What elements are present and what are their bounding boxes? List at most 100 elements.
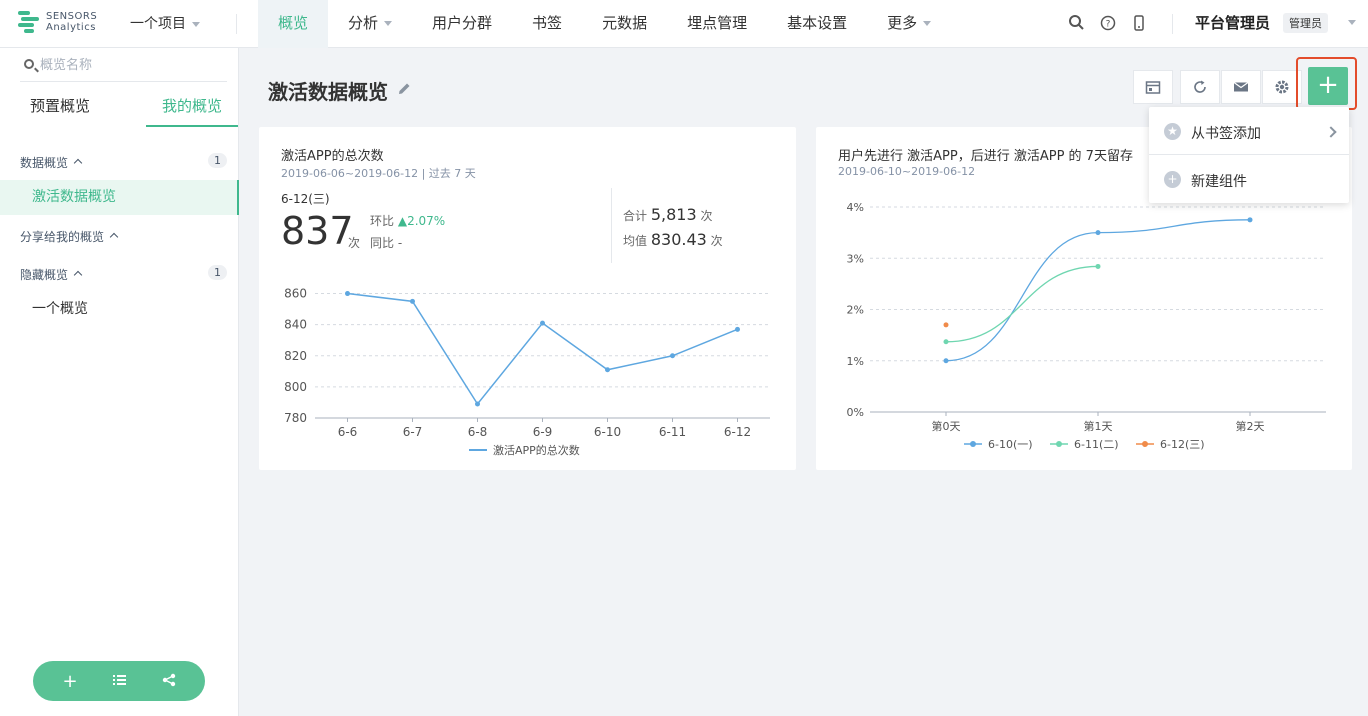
- refresh-icon: [1194, 80, 1206, 93]
- refresh-button[interactable]: [1180, 70, 1220, 104]
- legend-label: 6-10(一): [988, 438, 1033, 451]
- share-icon[interactable]: [162, 671, 176, 692]
- gear-icon: [1275, 80, 1289, 94]
- chevron-up-icon: [109, 232, 119, 242]
- list-icon[interactable]: [112, 671, 127, 692]
- mobile-icon[interactable]: [1130, 14, 1148, 32]
- nav-analysis[interactable]: 分析: [328, 0, 412, 48]
- nav-label: 元数据: [602, 14, 648, 32]
- card-title[interactable]: 激活APP的总次数: [281, 145, 384, 164]
- count-badge: 1: [208, 265, 227, 280]
- x-tick-label: 6-11: [659, 425, 686, 439]
- email-button[interactable]: [1221, 70, 1261, 104]
- y-tick-label: 2%: [847, 304, 864, 317]
- card-subtitle: 2019-06-10~2019-06-12: [838, 165, 976, 178]
- divider: [236, 14, 237, 34]
- data-point: [943, 322, 949, 328]
- data-point: [735, 326, 740, 332]
- data-point: [1095, 263, 1101, 269]
- metric-value: 837: [281, 209, 354, 253]
- plus-icon[interactable]: +: [62, 671, 77, 692]
- search-icon[interactable]: [1068, 14, 1086, 32]
- chevron-down-icon: [384, 21, 393, 26]
- group-hidden-overview[interactable]: 隐藏概览: [20, 266, 83, 283]
- x-tick-label: 6-7: [403, 425, 423, 439]
- sidebar-item-activation-overview[interactable]: 激活数据概览: [0, 180, 239, 215]
- chevron-down-icon[interactable]: [1348, 20, 1356, 25]
- total-stat: 合计 5,813 次: [623, 205, 713, 224]
- nav-label: 基本设置: [787, 14, 848, 32]
- legend-label: 激活APP的总次数: [493, 443, 580, 457]
- project-name: 一个项目: [130, 16, 186, 32]
- nav-user-segments[interactable]: 用户分群: [412, 0, 512, 48]
- card-title[interactable]: 用户先进行 激活APP，后进行 激活APP 的 7天留存: [838, 145, 1133, 164]
- data-point: [605, 367, 610, 373]
- star-icon: ★: [1164, 123, 1181, 140]
- menu-label: 新建组件: [1191, 174, 1247, 190]
- total-value: 5,813: [650, 205, 697, 224]
- edit-icon[interactable]: [397, 82, 411, 96]
- x-tick-label: 6-6: [338, 425, 358, 439]
- tab-my-overview[interactable]: 我的概览: [146, 88, 238, 127]
- y-tick-label: 0%: [847, 406, 864, 419]
- legend-marker: [1142, 441, 1148, 447]
- x-tick-label: 6-10: [594, 425, 621, 439]
- search-placeholder: 概览名称: [40, 58, 93, 73]
- nav-metadata[interactable]: 元数据: [582, 0, 667, 48]
- data-point: [410, 298, 415, 304]
- chevron-right-icon: [1325, 126, 1337, 138]
- sidebar-item-an-overview[interactable]: 一个概览: [0, 292, 239, 327]
- group-label: 数据概览: [20, 156, 69, 170]
- top-navbar: SENSORS Analytics 一个项目 概览 分析 用户分群 书签 元数据…: [0, 0, 1368, 48]
- nav-label: 分析: [348, 14, 379, 32]
- menu-item-new-component[interactable]: + 新建组件: [1149, 155, 1349, 202]
- data-point: [475, 401, 480, 407]
- data-point: [1095, 230, 1101, 236]
- legend-label: 6-11(二): [1074, 438, 1119, 451]
- y-tick-label: 860: [284, 287, 307, 301]
- nav-more[interactable]: 更多: [867, 0, 951, 48]
- sensors-logo[interactable]: SENSORS Analytics: [18, 9, 97, 35]
- menu-label: 从书签添加: [1191, 126, 1261, 142]
- data-point: [540, 320, 545, 326]
- plus-circle-icon: +: [1164, 171, 1181, 188]
- avg-stat: 均值 830.43 次: [623, 230, 723, 249]
- data-point: [943, 358, 949, 364]
- project-selector[interactable]: 一个项目: [130, 13, 200, 33]
- x-tick-label: 6-9: [533, 425, 553, 439]
- line-chart-retention: 0% 1% 2% 3% 4% 第0天 第1天 第2天 6-10(一) 6-11(二) 6-12(三): [847, 201, 1326, 451]
- legend-label: 6-12(三): [1160, 438, 1205, 451]
- nav-label: 概览: [278, 14, 309, 32]
- series-line: [945, 219, 1251, 362]
- nav-settings[interactable]: 基本设置: [767, 0, 867, 48]
- series-line: [945, 265, 1099, 343]
- nav-tracking[interactable]: 埋点管理: [667, 0, 767, 48]
- nav-bookmarks[interactable]: 书签: [512, 0, 582, 48]
- logo-mark-icon: [18, 9, 40, 35]
- mail-icon: [1233, 82, 1249, 92]
- nav-overview[interactable]: 概览: [258, 0, 329, 48]
- add-dropdown-menu: ★ 从书签添加 + 新建组件: [1149, 107, 1349, 203]
- sidebar: 概览名称 预置概览 我的概览 数据概览 1 激活数据概览 分享给我的概览 隐藏概…: [0, 48, 239, 716]
- avg-label: 均值: [623, 234, 648, 248]
- user-name[interactable]: 平台管理员: [1195, 12, 1270, 33]
- x-tick-label: 第1天: [1084, 419, 1113, 433]
- line-chart-activations: 780 800 820 840 860 6-6 6-7 6-8 6-9 6-10 6-11 6-12 激…: [284, 287, 770, 457]
- svg-text:?: ?: [1106, 20, 1111, 30]
- menu-item-add-from-bookmark[interactable]: ★ 从书签添加: [1149, 107, 1349, 154]
- calendar-button[interactable]: [1133, 70, 1173, 104]
- up-arrow-icon: ▲: [397, 214, 408, 228]
- total-unit: 次: [700, 209, 713, 223]
- mom-value: 2.07%: [407, 214, 446, 228]
- search-input[interactable]: 概览名称: [20, 56, 227, 82]
- help-icon[interactable]: ?: [1099, 14, 1117, 32]
- main-nav: 概览 分析 用户分群 书签 元数据 埋点管理 基本设置 更多: [258, 0, 951, 48]
- y-tick-label: 820: [284, 349, 307, 363]
- legend-marker: [970, 441, 976, 447]
- page-title: 激活数据概览: [268, 80, 388, 104]
- metric-unit: 次: [348, 236, 361, 250]
- tab-preset-overview[interactable]: 预置概览: [20, 88, 100, 127]
- x-tick-label: 第2天: [1236, 419, 1265, 433]
- group-shared-overview[interactable]: 分享给我的概览: [20, 228, 119, 245]
- group-data-overview[interactable]: 数据概览: [20, 154, 83, 171]
